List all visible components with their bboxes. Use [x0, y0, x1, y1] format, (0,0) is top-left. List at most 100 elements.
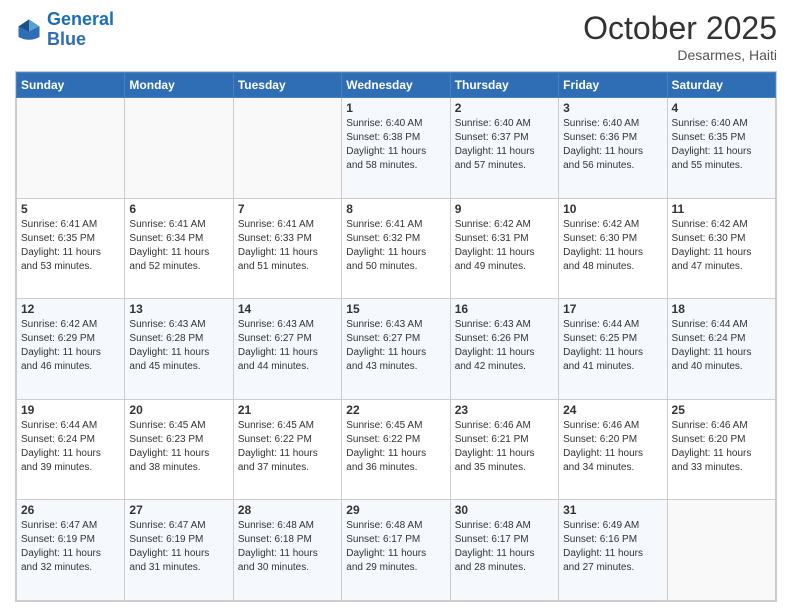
day-info: Sunrise: 6:46 AM Sunset: 6:20 PM Dayligh… [563, 419, 662, 475]
day-number: 6 [129, 202, 228, 216]
day-number: 11 [672, 202, 771, 216]
calendar-cell [667, 500, 775, 601]
location: Desarmes, Haiti [583, 47, 777, 63]
calendar-cell: 2Sunrise: 6:40 AM Sunset: 6:37 PM Daylig… [450, 98, 558, 199]
day-number: 7 [238, 202, 337, 216]
day-number: 20 [129, 403, 228, 417]
day-info: Sunrise: 6:45 AM Sunset: 6:22 PM Dayligh… [238, 419, 337, 475]
day-info: Sunrise: 6:49 AM Sunset: 6:16 PM Dayligh… [563, 519, 662, 575]
day-header-friday: Friday [559, 73, 667, 98]
calendar-cell: 4 Sunrise: 6:40 AM Sunset: 6:35 PM Daylig… [667, 98, 775, 199]
day-number: 31 [563, 503, 662, 517]
day-header-row: SundayMondayTuesdayWednesdayThursdayFrid… [17, 73, 776, 98]
title-section: October 2025 Desarmes, Haiti [583, 10, 777, 63]
calendar-cell: 24 Sunrise: 6:46 AM Sunset: 6:20 PM Dayli… [559, 399, 667, 500]
calendar-cell [17, 98, 125, 199]
day-number: 23 [455, 403, 554, 417]
day-number: 1 [346, 101, 445, 115]
day-number: 17 [563, 302, 662, 316]
calendar-cell: 25Sunrise: 6:46 AM Sunset: 6:20 PM Dayli… [667, 399, 775, 500]
day-number: 14 [238, 302, 337, 316]
calendar-cell: 3 Sunrise: 6:40 AM Sunset: 6:36 PM Daylig… [559, 98, 667, 199]
day-number: 8 [346, 202, 445, 216]
calendar-cell: 26 Sunrise: 6:47 AM Sunset: 6:19 PM Dayli… [17, 500, 125, 601]
calendar-week-3: 19Sunrise: 6:44 AM Sunset: 6:24 PM Dayli… [17, 399, 776, 500]
day-number: 29 [346, 503, 445, 517]
day-info: Sunrise: 6:42 AM Sunset: 6:30 PM Dayligh… [672, 218, 771, 274]
day-header-sunday: Sunday [17, 73, 125, 98]
calendar-cell [125, 98, 233, 199]
calendar-cell: 14 Sunrise: 6:43 AM Sunset: 6:27 PM Dayli… [233, 299, 341, 400]
day-number: 21 [238, 403, 337, 417]
calendar-cell: 1Sunrise: 6:40 AM Sunset: 6:38 PM Daylig… [342, 98, 450, 199]
day-info: Sunrise: 6:46 AM Sunset: 6:21 PM Dayligh… [455, 419, 554, 475]
calendar-cell: 7Sunrise: 6:41 AM Sunset: 6:33 PM Daylig… [233, 198, 341, 299]
day-header-wednesday: Wednesday [342, 73, 450, 98]
day-info: Sunrise: 6:45 AM Sunset: 6:23 PM Dayligh… [129, 419, 228, 475]
calendar-cell: 19Sunrise: 6:44 AM Sunset: 6:24 PM Dayli… [17, 399, 125, 500]
day-number: 30 [455, 503, 554, 517]
day-header-saturday: Saturday [667, 73, 775, 98]
day-number: 4 [672, 101, 771, 115]
calendar-cell: 13 Sunrise: 6:43 AM Sunset: 6:28 PM Dayli… [125, 299, 233, 400]
calendar-cell: 20 Sunrise: 6:45 AM Sunset: 6:23 PM Dayli… [125, 399, 233, 500]
logo-text: General Blue [47, 10, 114, 50]
day-info: Sunrise: 6:48 AM Sunset: 6:17 PM Dayligh… [346, 519, 445, 575]
calendar-cell: 28Sunrise: 6:48 AM Sunset: 6:18 PM Dayli… [233, 500, 341, 601]
day-info: Sunrise: 6:45 AM Sunset: 6:22 PM Dayligh… [346, 419, 445, 475]
logo: General Blue [15, 10, 114, 50]
day-info: Sunrise: 6:40 AM Sunset: 6:35 PM Dayligh… [672, 117, 771, 173]
calendar-table: SundayMondayTuesdayWednesdayThursdayFrid… [16, 72, 776, 601]
page: General Blue October 2025 Desarmes, Hait… [0, 0, 792, 612]
day-number: 19 [21, 403, 120, 417]
calendar-cell: 30 Sunrise: 6:48 AM Sunset: 6:17 PM Dayli… [450, 500, 558, 601]
calendar-cell: 6 Sunrise: 6:41 AM Sunset: 6:34 PM Daylig… [125, 198, 233, 299]
day-info: Sunrise: 6:41 AM Sunset: 6:34 PM Dayligh… [129, 218, 228, 274]
calendar-cell: 12 Sunrise: 6:42 AM Sunset: 6:29 PM Dayli… [17, 299, 125, 400]
calendar-week-0: 1Sunrise: 6:40 AM Sunset: 6:38 PM Daylig… [17, 98, 776, 199]
day-info: Sunrise: 6:40 AM Sunset: 6:36 PM Dayligh… [563, 117, 662, 173]
calendar-cell: 8Sunrise: 6:41 AM Sunset: 6:32 PM Daylig… [342, 198, 450, 299]
day-info: Sunrise: 6:43 AM Sunset: 6:28 PM Dayligh… [129, 318, 228, 374]
calendar-cell: 31 Sunrise: 6:49 AM Sunset: 6:16 PM Dayli… [559, 500, 667, 601]
calendar-cell: 9Sunrise: 6:42 AM Sunset: 6:31 PM Daylig… [450, 198, 558, 299]
calendar-cell: 11 Sunrise: 6:42 AM Sunset: 6:30 PM Dayli… [667, 198, 775, 299]
day-info: Sunrise: 6:43 AM Sunset: 6:27 PM Dayligh… [238, 318, 337, 374]
day-number: 10 [563, 202, 662, 216]
logo-line1: General [47, 9, 114, 29]
day-number: 24 [563, 403, 662, 417]
calendar-week-4: 26 Sunrise: 6:47 AM Sunset: 6:19 PM Dayli… [17, 500, 776, 601]
day-info: Sunrise: 6:42 AM Sunset: 6:30 PM Dayligh… [563, 218, 662, 274]
day-number: 3 [563, 101, 662, 115]
day-info: Sunrise: 6:41 AM Sunset: 6:35 PM Dayligh… [21, 218, 120, 274]
logo-icon [15, 16, 43, 44]
day-info: Sunrise: 6:47 AM Sunset: 6:19 PM Dayligh… [21, 519, 120, 575]
day-number: 13 [129, 302, 228, 316]
calendar-header: SundayMondayTuesdayWednesdayThursdayFrid… [17, 73, 776, 98]
day-number: 15 [346, 302, 445, 316]
day-header-monday: Monday [125, 73, 233, 98]
calendar-week-1: 5 Sunrise: 6:41 AM Sunset: 6:35 PM Daylig… [17, 198, 776, 299]
day-info: Sunrise: 6:42 AM Sunset: 6:29 PM Dayligh… [21, 318, 120, 374]
day-number: 27 [129, 503, 228, 517]
day-number: 22 [346, 403, 445, 417]
logo-line2: Blue [47, 29, 86, 49]
day-number: 26 [21, 503, 120, 517]
calendar-body: 1Sunrise: 6:40 AM Sunset: 6:38 PM Daylig… [17, 98, 776, 601]
day-info: Sunrise: 6:43 AM Sunset: 6:26 PM Dayligh… [455, 318, 554, 374]
day-header-thursday: Thursday [450, 73, 558, 98]
day-number: 9 [455, 202, 554, 216]
day-info: Sunrise: 6:46 AM Sunset: 6:20 PM Dayligh… [672, 419, 771, 475]
calendar-cell: 21 Sunrise: 6:45 AM Sunset: 6:22 PM Dayli… [233, 399, 341, 500]
day-number: 28 [238, 503, 337, 517]
calendar-cell: 10 Sunrise: 6:42 AM Sunset: 6:30 PM Dayli… [559, 198, 667, 299]
day-number: 12 [21, 302, 120, 316]
day-info: Sunrise: 6:48 AM Sunset: 6:17 PM Dayligh… [455, 519, 554, 575]
calendar-cell: 18Sunrise: 6:44 AM Sunset: 6:24 PM Dayli… [667, 299, 775, 400]
day-number: 5 [21, 202, 120, 216]
calendar-cell: 5 Sunrise: 6:41 AM Sunset: 6:35 PM Daylig… [17, 198, 125, 299]
calendar-week-2: 12 Sunrise: 6:42 AM Sunset: 6:29 PM Dayli… [17, 299, 776, 400]
header: General Blue October 2025 Desarmes, Hait… [15, 10, 777, 63]
day-header-tuesday: Tuesday [233, 73, 341, 98]
calendar-cell: 17Sunrise: 6:44 AM Sunset: 6:25 PM Dayli… [559, 299, 667, 400]
